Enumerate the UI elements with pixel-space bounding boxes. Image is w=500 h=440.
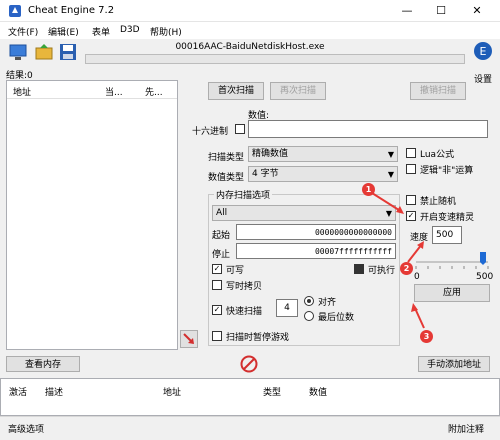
column-type[interactable]: 类型 [263, 385, 281, 398]
view-memory-button[interactable]: 查看内存 [6, 356, 80, 372]
stop-icon[interactable] [240, 355, 258, 373]
column-active[interactable]: 激活 [9, 385, 27, 398]
column-address[interactable]: 地址 [163, 385, 181, 398]
add-address-button[interactable]: 手动添加地址 [418, 356, 490, 372]
column-value[interactable]: 数值 [309, 385, 327, 398]
status-bar: 高级选项 附加注释 [0, 416, 500, 440]
attach-notes[interactable]: 附加注释 [448, 422, 484, 435]
address-table[interactable]: 激活 描述 地址 类型 数值 [0, 378, 500, 416]
annotation-arrows [371, 192, 425, 329]
resize-arrow-icon[interactable] [180, 330, 198, 348]
column-description[interactable]: 描述 [45, 385, 63, 398]
advanced-options[interactable]: 高级选项 [8, 422, 44, 435]
